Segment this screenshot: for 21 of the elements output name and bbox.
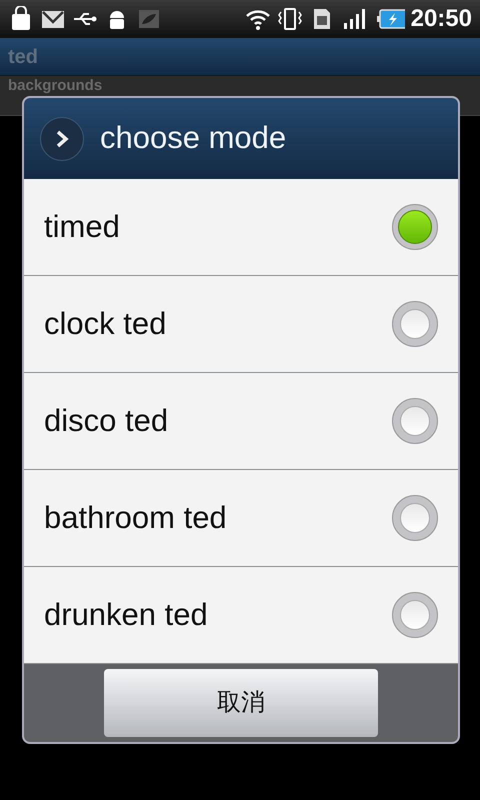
option-row[interactable]: disco ted [24, 373, 458, 470]
cancel-button[interactable]: 取消 [104, 669, 378, 737]
option-row[interactable]: bathroom ted [24, 470, 458, 567]
radio-button[interactable] [392, 204, 438, 250]
clock-time: 20:50 [410, 4, 472, 34]
option-label: clock ted [44, 304, 166, 343]
option-label: drunken ted [44, 596, 208, 634]
option-row[interactable]: timed [24, 179, 458, 276]
option-label: timed [44, 208, 120, 246]
app-title: ted [8, 44, 38, 70]
radio-button[interactable] [392, 301, 438, 347]
option-label: disco ted [44, 402, 168, 440]
dialog-title: choose mode [100, 119, 286, 158]
radio-button[interactable] [392, 495, 438, 541]
option-row[interactable]: clock ted [24, 276, 458, 373]
vibrate-icon [276, 6, 303, 32]
list-label: backgrounds [8, 77, 102, 94]
radio-button[interactable] [392, 592, 438, 638]
option-label: bathroom ted [44, 498, 227, 537]
chevron-icon [40, 116, 84, 160]
radio-button[interactable] [392, 398, 438, 444]
